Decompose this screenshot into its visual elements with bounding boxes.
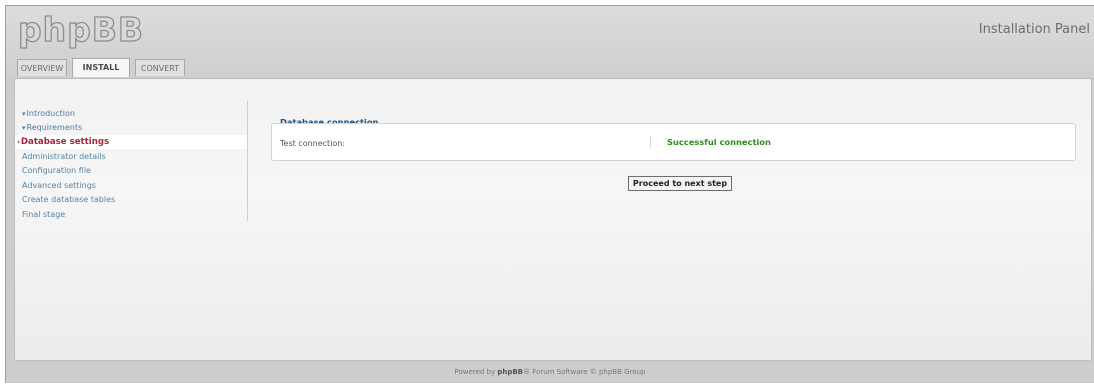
sidebar-item-label: Configuration file — [22, 166, 91, 175]
sidebar-item-final-stage[interactable]: Final stage — [22, 208, 65, 222]
footer-prefix: Powered by — [454, 368, 498, 376]
tab-install[interactable]: INSTALL — [72, 58, 130, 77]
content-panel: ▾Introduction ▾Requirements ›Database se… — [14, 78, 1092, 361]
database-connection-fieldset: Test connection: Successful connection — [271, 123, 1076, 161]
sidebar-item-database-settings[interactable]: ›Database settings — [15, 135, 247, 149]
sidebar-item-label: Advanced settings — [22, 181, 96, 190]
sidebar-item-introduction[interactable]: ▾Introduction — [22, 107, 75, 121]
tab-overview[interactable]: OVERVIEW — [17, 59, 67, 76]
chevron-down-icon: ▾ — [22, 124, 26, 132]
sidebar-item-label: Final stage — [22, 210, 66, 219]
test-connection-result: Successful connection — [667, 137, 771, 147]
sidebar-item-label: Requirements — [26, 123, 83, 132]
panel-title: Installation Panel — [978, 22, 1090, 37]
sidebar-item-label: Administrator details — [22, 152, 106, 161]
footer-suffix: ® Forum Software © phpBB Group — [523, 368, 646, 376]
sidebar: ▾Introduction ▾Requirements ›Database se… — [15, 101, 248, 221]
header: phpBB Installation Panel OVERVIEW INSTAL… — [6, 6, 1094, 78]
sidebar-item-configuration-file[interactable]: Configuration file — [22, 164, 91, 178]
divider — [650, 136, 651, 148]
chevron-down-icon: ▾ — [22, 110, 26, 118]
sidebar-item-label: Introduction — [26, 109, 75, 118]
sidebar-item-advanced-settings[interactable]: Advanced settings — [22, 179, 96, 193]
footer: Powered by phpBB® Forum Software © phpBB… — [6, 361, 1094, 384]
sidebar-item-administrator-details[interactable]: Administrator details — [22, 150, 106, 164]
sidebar-item-requirements[interactable]: ▾Requirements — [22, 121, 82, 135]
proceed-button[interactable]: Proceed to next step — [628, 176, 732, 191]
sidebar-item-label: Database settings — [20, 137, 110, 147]
tab-convert[interactable]: CONVERT — [135, 59, 185, 76]
phpbb-logo: phpBB — [17, 9, 145, 49]
test-connection-label: Test connection: — [280, 139, 346, 148]
installer-window: phpBB Installation Panel OVERVIEW INSTAL… — [5, 5, 1094, 383]
sidebar-item-label: Create database tables — [22, 195, 116, 204]
chevron-right-icon: › — [17, 138, 20, 146]
footer-brand-link[interactable]: phpBB — [497, 368, 523, 376]
sidebar-item-create-database-tables[interactable]: Create database tables — [22, 193, 115, 207]
